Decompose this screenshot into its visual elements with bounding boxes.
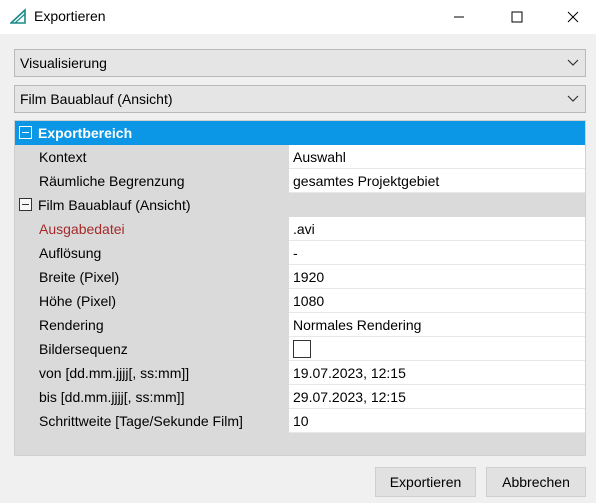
cancel-button[interactable]: Abbrechen [486,467,586,497]
property-value-text: 1080 [293,293,325,309]
dialog-content: Visualisierung Film Bauablauf (Ansicht) … [0,34,596,503]
property-row-kontext[interactable]: Kontext Auswahl [15,145,585,169]
property-value-text: 10 [293,413,309,429]
property-value-von[interactable]: 19.07.2023, 12:15 [289,361,585,385]
property-row-schrittweite[interactable]: Schrittweite [Tage/Sekunde Film] 10 [15,409,585,433]
category-dropdown[interactable]: Visualisierung [14,49,586,77]
export-button[interactable]: Exportieren [375,467,476,497]
property-row-bis[interactable]: bis [dd.mm.jjjj[, ss:mm]] 29.07.2023, 12… [15,385,585,409]
property-value-text: gesamtes Projektgebiet [293,173,440,189]
property-name: Höhe (Pixel) [39,293,117,309]
collapse-icon[interactable] [19,198,32,211]
property-value-text: .avi [293,221,315,237]
property-name: Ausgabedatei [39,221,125,237]
category-film-bauablauf[interactable]: Film Bauablauf (Ansicht) [15,193,585,217]
app-logo-icon [10,8,26,24]
property-name: bis [dd.mm.jjjj[, ss:mm]] [39,389,185,405]
property-name: von [dd.mm.jjjj[, ss:mm]] [39,365,190,381]
chevron-down-icon [567,95,579,102]
property-name: Schrittweite [Tage/Sekunde Film] [39,413,243,429]
minimize-icon [454,16,464,18]
property-row-rendering[interactable]: Rendering Normales Rendering [15,313,585,337]
property-value-text: - [293,245,298,261]
close-button[interactable] [550,0,596,34]
property-value-aufloesung[interactable]: - [289,241,585,265]
property-value-text: 29.07.2023, 12:15 [293,389,406,405]
export-type-dropdown[interactable]: Film Bauablauf (Ansicht) [14,85,586,113]
property-row-aufloesung[interactable]: Auflösung - [15,241,585,265]
export-type-dropdown-value: Film Bauablauf (Ansicht) [20,91,173,107]
property-name: Breite (Pixel) [39,269,120,285]
property-value-ausgabedatei[interactable]: .avi [289,217,585,241]
window-title: Exportieren [34,8,106,24]
property-row-ausgabedatei[interactable]: Ausgabedatei .avi [15,217,585,241]
property-row-von[interactable]: von [dd.mm.jjjj[, ss:mm]] 19.07.2023, 12… [15,361,585,385]
close-icon [567,11,579,23]
category-label: Exportbereich [38,125,133,141]
title-bar: Exportieren [0,0,596,34]
category-label: Film Bauablauf (Ansicht) [38,197,191,213]
property-row-bildersequenz[interactable]: Bildersequenz [15,337,585,361]
property-grid: Exportbereich Kontext Auswahl Räumliche … [14,120,586,456]
property-name: Kontext [39,149,87,165]
category-exportbereich[interactable]: Exportbereich [15,121,585,145]
property-row-breite[interactable]: Breite (Pixel) 1920 [15,265,585,289]
maximize-icon [511,11,523,23]
property-name: Auflösung [39,245,102,261]
property-value-text: 19.07.2023, 12:15 [293,365,406,381]
property-value-bildersequenz [289,337,585,361]
chevron-down-icon [567,59,579,66]
property-value-text: Normales Rendering [293,317,422,333]
property-value-rendering[interactable]: Normales Rendering [289,313,585,337]
property-row-raeumliche-begrenzung[interactable]: Räumliche Begrenzung gesamtes Projektgeb… [15,169,585,193]
minimize-button[interactable] [436,0,482,34]
property-value-hoehe[interactable]: 1080 [289,289,585,313]
property-name: Räumliche Begrenzung [39,173,185,189]
property-value-breite[interactable]: 1920 [289,265,585,289]
category-dropdown-value: Visualisierung [20,55,107,71]
property-value-bis[interactable]: 29.07.2023, 12:15 [289,385,585,409]
property-value-text: 1920 [293,269,325,285]
bildersequenz-checkbox[interactable] [293,340,311,358]
collapse-icon[interactable] [19,126,32,139]
property-value-text: Auswahl [293,149,346,165]
property-name: Bildersequenz [39,341,128,357]
property-value-raeumliche-begrenzung[interactable]: gesamtes Projektgebiet [289,169,585,193]
maximize-button[interactable] [494,0,540,34]
property-row-hoehe[interactable]: Höhe (Pixel) 1080 [15,289,585,313]
property-value-kontext[interactable]: Auswahl [289,145,585,169]
property-name: Rendering [39,317,104,333]
property-value-schrittweite[interactable]: 10 [289,409,585,433]
